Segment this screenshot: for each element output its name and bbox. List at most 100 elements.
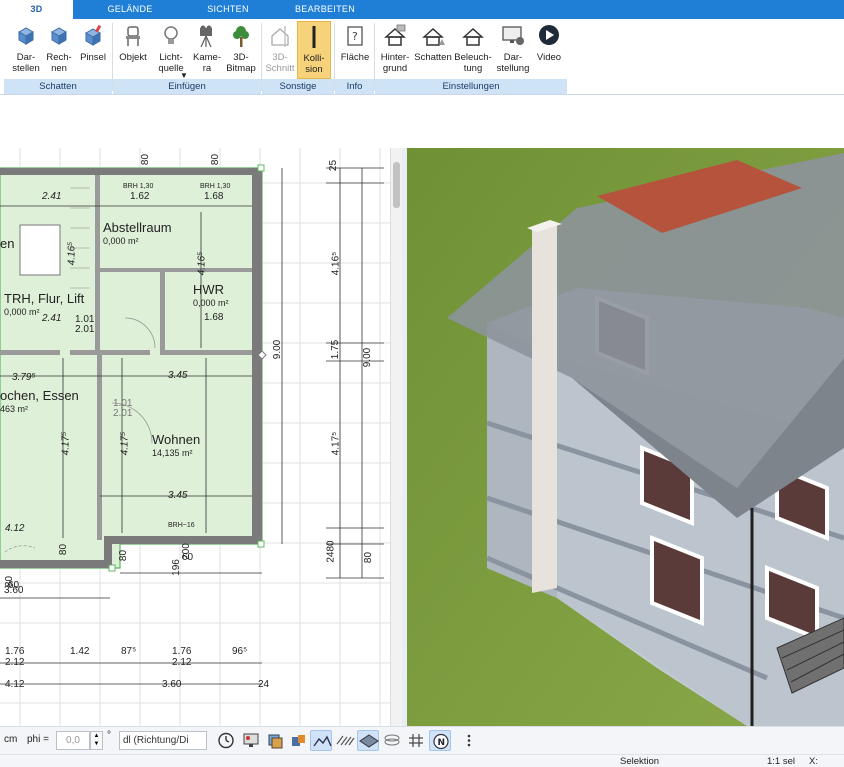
dimension-label: 1.68 (204, 191, 224, 202)
house-background-icon (384, 24, 406, 46)
layers-icon[interactable] (264, 730, 286, 751)
phi-input[interactable]: 0,0 (56, 731, 90, 750)
tab-3d[interactable]: 3D (0, 0, 73, 19)
dimension-label: 4.16⁵ (66, 241, 78, 266)
room-label: Wohnen (152, 432, 201, 447)
room-area: 14,135 m² (152, 448, 193, 458)
more-options-icon[interactable] (458, 730, 480, 751)
dimension-label: 80 (118, 549, 130, 562)
dimension-label: 87⁵ (121, 646, 137, 657)
plan-vertical-scrollbar[interactable] (390, 148, 402, 726)
phi-spinner[interactable]: ▲ ▼ (90, 731, 103, 750)
dimension-label: 1.42 (70, 646, 90, 657)
dimension-label: 4.17⁵ (119, 431, 131, 456)
direction-combo[interactable]: dl (Richtung/Di (119, 731, 207, 750)
dimension-label: 2480 (325, 540, 337, 563)
dimension-label: 4.17⁵ (330, 431, 342, 456)
room-area: 0,000 m² (4, 307, 40, 317)
3d-view[interactable] (407, 148, 844, 726)
grid-icon[interactable] (405, 730, 427, 751)
flaeche-label: Fläche (340, 52, 370, 63)
app-window: 3D GELÄNDE SICHTEN BEARBEITEN Dar- stell… (0, 0, 844, 767)
unit-label: cm (4, 734, 18, 745)
dimension-label: 4.12 (5, 523, 25, 534)
3d-schnitt-button[interactable]: 3D- Schnitt (264, 21, 296, 79)
darstellung-button[interactable]: Dar- stellung (494, 21, 532, 79)
dimension-label: 4.16⁵ (196, 251, 208, 276)
cube-render-icon (17, 27, 35, 45)
3d-bitmap-button[interactable]: 3D- Bitmap (224, 21, 258, 79)
hintergrund-label: Hinter- grund (380, 52, 410, 74)
video-button[interactable]: Video (533, 21, 565, 79)
dimension-label: 1.75 (330, 339, 342, 360)
dimension-label: 1.68 (204, 312, 224, 323)
bottom-toolbar: cm phi = 0,0 ▲ ▼ ° dl (Richtung/Di N (0, 726, 844, 754)
dimension-label: 96⁵ (232, 646, 248, 657)
3d-bitmap-label: 3D- Bitmap (226, 52, 256, 74)
dimension-label: 200 (180, 543, 192, 560)
clock-icon[interactable] (215, 730, 237, 751)
spin-down-icon[interactable]: ▼ (91, 740, 102, 748)
dimension-label: 2.01 (75, 324, 95, 335)
spin-up-icon[interactable]: ▲ (91, 732, 102, 740)
room-area: 463 m² (0, 404, 29, 414)
dimension-label: 4.12 (5, 679, 25, 690)
plane-icon[interactable] (357, 730, 379, 751)
area-info-icon: ? (347, 26, 363, 46)
flaeche-button[interactable]: ? Fläche (337, 21, 373, 79)
dimension-label: 196 (170, 559, 182, 576)
lichtquelle-button[interactable]: Licht- quelle ▼ (152, 21, 190, 80)
dimension-label: 3.45 (168, 490, 188, 501)
house-section-icon (271, 26, 289, 47)
objects-icon[interactable] (287, 730, 309, 751)
dimension-label: 2.41 (42, 191, 62, 202)
chair-icon (126, 26, 140, 46)
dimension-label: 3.60 (162, 679, 182, 690)
rechnen-label: Rech- nen (46, 52, 72, 74)
degree-label: ° (107, 730, 111, 741)
dimension-label: BRH 1,30 (123, 183, 154, 190)
svg-text:N: N (438, 738, 446, 748)
tab-sichten[interactable]: SICHTEN (190, 0, 266, 19)
status-mode: Selektion (620, 756, 660, 767)
floor-plan-view[interactable]: Abstellraum 0,000 m² HWR 0,000 m² TRH, F… (0, 148, 404, 726)
schatten-button[interactable]: Schatten (413, 21, 453, 79)
kamera-button[interactable]: Kame- ra (191, 21, 223, 79)
hintergrund-button[interactable]: Hinter- grund (377, 21, 413, 79)
objekt-button[interactable]: Objekt (116, 21, 150, 79)
group-label-einfuegen: Einfügen (113, 79, 261, 94)
screen-icon[interactable] (240, 730, 262, 751)
group-label-sonstige: Sonstige (262, 79, 334, 94)
hatching-icon[interactable] (334, 730, 356, 751)
3d-house-render (407, 148, 844, 726)
dimension-label: 60 (8, 580, 20, 591)
3d-schnitt-label: 3D- Schnitt (265, 52, 295, 74)
stack-icon[interactable] (381, 730, 403, 751)
north-icon[interactable]: N (429, 730, 451, 751)
dimension-label: 80 (363, 551, 375, 564)
scrollbar-thumb[interactable] (393, 162, 400, 208)
status-selection: 1:1 sel (767, 756, 795, 767)
collision-icon (312, 26, 316, 48)
dimension-label: 3.45 (168, 370, 188, 381)
terrain-icon[interactable] (310, 730, 332, 751)
room-area: 0,000 m² (103, 236, 139, 246)
phi-label: phi = (27, 734, 49, 745)
dimension-label: 2.12 (172, 657, 192, 668)
beleuchtung-button[interactable]: Beleuch- tung (453, 21, 493, 79)
tab-gelaende[interactable]: GELÄNDE (95, 0, 165, 19)
dimension-label: 4.17⁵ (60, 431, 72, 456)
group-label-info: Info (335, 79, 374, 94)
dimension-label: BRH 1,30 (200, 183, 231, 190)
play-icon (539, 25, 559, 45)
tab-bearbeiten[interactable]: BEARBEITEN (284, 0, 366, 19)
kollision-button[interactable]: Kolli- sion (297, 21, 331, 79)
rechnen-button[interactable]: Rech- nen (44, 21, 74, 79)
darstellen-button[interactable]: Dar- stellen (8, 21, 44, 79)
pinsel-button[interactable]: Pinsel (77, 21, 109, 79)
pinsel-label: Pinsel (80, 52, 106, 63)
house-light-icon (462, 27, 484, 46)
camera-tripod-icon (200, 25, 212, 48)
dimension-label: 80 (58, 543, 70, 556)
room-label: Abstellraum (103, 220, 172, 235)
